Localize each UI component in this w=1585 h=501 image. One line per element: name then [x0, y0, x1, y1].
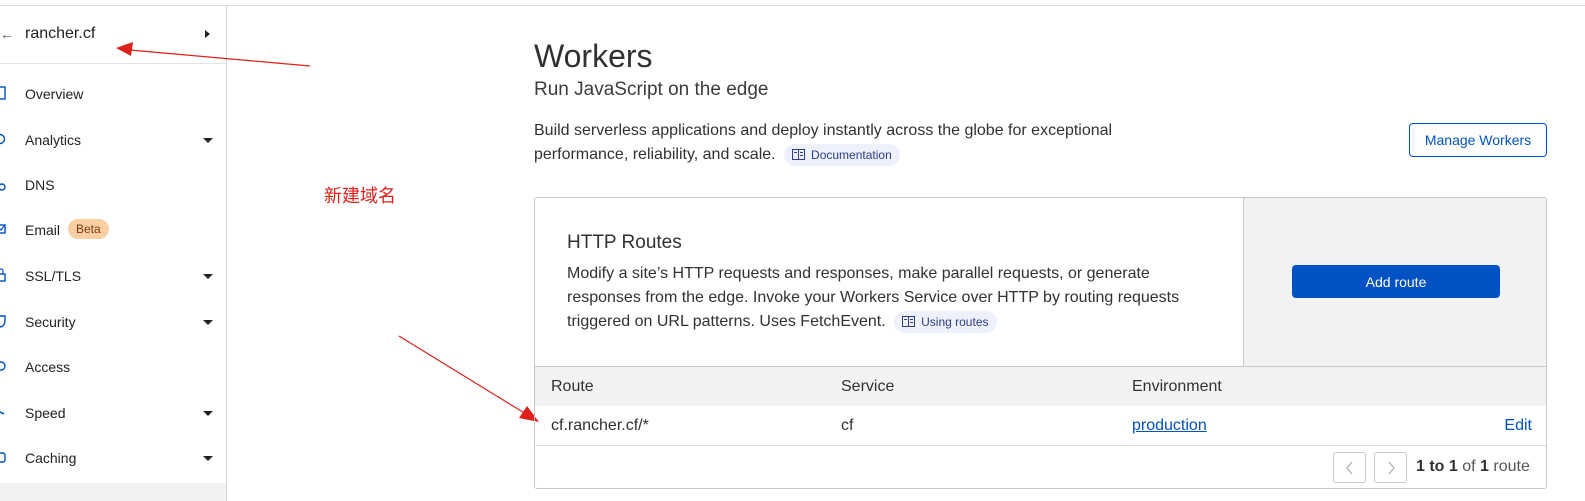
- http-routes-card: HTTP Routes Modify a site’s HTTP request…: [534, 197, 1547, 489]
- shield-icon: [0, 315, 6, 328]
- page-subtitle: Run JavaScript on the edge: [534, 79, 769, 100]
- pagination-status: 1 to 1 of 1 route: [1416, 458, 1530, 476]
- next-page-button[interactable]: [1374, 452, 1407, 483]
- caching-icon: [0, 452, 6, 463]
- sidebar-item-speed[interactable]: Speed: [0, 393, 226, 433]
- caret-down-icon: [203, 138, 213, 143]
- main-content: Workers Run JavaScript on the edge Build…: [534, 0, 1554, 501]
- caret-right-icon[interactable]: [205, 30, 210, 38]
- column-header-route[interactable]: Route: [551, 378, 594, 396]
- documentation-link-label: Documentation: [811, 147, 892, 162]
- sidebar-item-ssl-tls[interactable]: SSL/TLS: [0, 256, 226, 296]
- caret-down-icon: [203, 320, 213, 325]
- service-cell: cf: [841, 417, 854, 434]
- card-description-text: Modify a site’s HTTP requests and respon…: [567, 265, 1180, 330]
- book-icon: [902, 316, 916, 328]
- routes-table-header: Route Service Environment: [535, 366, 1546, 406]
- edit-route-link[interactable]: Edit: [1504, 417, 1532, 435]
- using-routes-link[interactable]: Using routes: [894, 310, 997, 333]
- caret-down-icon: [203, 456, 213, 461]
- sidebar-item-label: DNS: [25, 177, 55, 193]
- pagination-total: 1: [1480, 458, 1489, 475]
- sidebar-item-label: Analytics: [25, 132, 82, 148]
- table-row: cf.rancher.cf/* cf production Edit: [535, 406, 1546, 446]
- environment-link[interactable]: production: [1132, 417, 1207, 435]
- documentation-link[interactable]: Documentation: [784, 143, 900, 166]
- sidebar-item-overview[interactable]: Overview: [0, 74, 226, 114]
- sidebar-item-label: Email: [25, 222, 61, 238]
- card-description: Modify a site’s HTTP requests and respon…: [567, 262, 1207, 334]
- route-cell: cf.rancher.cf/*: [551, 417, 649, 434]
- zone-selector[interactable]: ← rancher.cf: [0, 6, 226, 64]
- caret-down-icon: [203, 274, 213, 279]
- pagination-unit: route: [1493, 458, 1530, 475]
- chevron-left-icon: [1346, 461, 1353, 475]
- sidebar-item-next[interactable]: [0, 483, 226, 501]
- sidebar: ← rancher.cf Overview Analytics DNS Emai…: [0, 6, 227, 501]
- using-routes-link-label: Using routes: [921, 314, 989, 329]
- access-icon: [0, 361, 6, 371]
- annotation-label: 新建域名: [324, 186, 396, 207]
- sidebar-item-dns[interactable]: DNS: [0, 165, 226, 205]
- sidebar-item-label: Speed: [25, 405, 66, 421]
- beta-badge: Beta: [68, 219, 109, 239]
- sidebar-item-email[interactable]: Email Beta: [0, 210, 226, 250]
- pagination-of: of: [1462, 458, 1476, 475]
- sidebar-item-analytics[interactable]: Analytics: [0, 120, 226, 160]
- pagination: 1 to 1 of 1 route: [535, 446, 1546, 488]
- column-header-service[interactable]: Service: [841, 378, 894, 396]
- page-description: Build serverless applications and deploy…: [534, 119, 1174, 167]
- pagination-range: 1 to 1: [1416, 458, 1458, 475]
- sidebar-item-label: Caching: [25, 450, 77, 466]
- http-routes-info: HTTP Routes Modify a site’s HTTP request…: [535, 198, 1243, 366]
- zone-name: rancher.cf: [25, 25, 96, 42]
- lock-icon: [0, 268, 6, 282]
- sidebar-item-label: Security: [25, 314, 76, 330]
- speed-icon: [0, 411, 5, 415]
- add-route-button[interactable]: Add route: [1292, 265, 1500, 298]
- book-icon: [792, 149, 806, 161]
- sidebar-item-caching[interactable]: Caching: [0, 438, 226, 478]
- column-header-environment[interactable]: Environment: [1132, 378, 1222, 396]
- http-routes-actions: Add route: [1243, 198, 1546, 366]
- chevron-right-icon: [1388, 461, 1395, 475]
- card-title: HTTP Routes: [567, 232, 682, 253]
- sidebar-item-security[interactable]: Security: [0, 302, 226, 342]
- caret-down-icon: [203, 411, 213, 416]
- email-icon: [0, 224, 6, 234]
- manage-workers-button[interactable]: Manage Workers: [1409, 123, 1547, 157]
- page-title: Workers: [534, 38, 653, 74]
- document-icon: [0, 86, 6, 100]
- sidebar-item-label: SSL/TLS: [25, 268, 82, 284]
- previous-page-button[interactable]: [1333, 452, 1366, 483]
- back-arrow-icon[interactable]: ←: [0, 26, 14, 42]
- sidebar-item-access[interactable]: Access: [0, 347, 226, 387]
- dns-icon: [0, 183, 6, 191]
- sidebar-item-label: Access: [25, 359, 71, 375]
- sidebar-item-label: Overview: [25, 86, 84, 102]
- analytics-icon: [0, 133, 6, 145]
